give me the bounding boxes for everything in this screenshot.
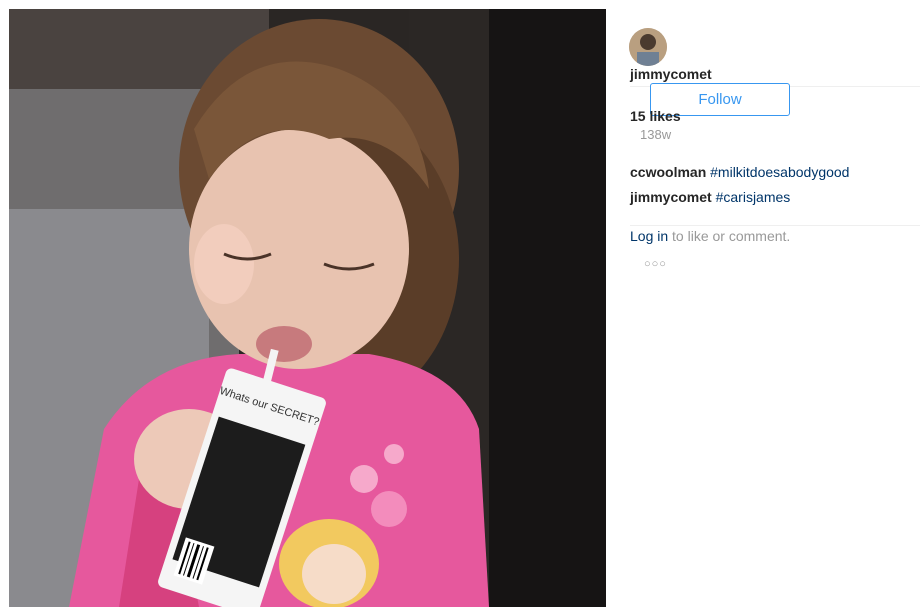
post-modal: Whats our SECRET? jimmycomet Follow 15 l… <box>0 0 920 616</box>
comment-item: ccwoolman #milkitdoesabodygood <box>630 164 849 180</box>
photo-illustration: Whats our SECRET? <box>9 9 606 607</box>
post-timestamp[interactable]: 138w <box>640 127 671 142</box>
comment-author[interactable]: ccwoolman <box>630 164 706 180</box>
comment-hashtag[interactable]: #carisjames <box>716 189 791 205</box>
user-avatar[interactable] <box>629 28 667 66</box>
likes-count[interactable]: 15 likes <box>630 108 681 124</box>
comments-divider <box>630 225 920 226</box>
comment-author[interactable]: jimmycomet <box>630 189 712 205</box>
post-photo[interactable]: Whats our SECRET? <box>9 9 606 607</box>
avatar-image <box>629 28 667 66</box>
login-link[interactable]: Log in <box>630 228 668 244</box>
login-prompt-text: to like or comment. <box>668 228 791 244</box>
more-options-icon[interactable]: ○○○ <box>644 258 667 270</box>
comment-hashtag[interactable]: #milkitdoesabodygood <box>710 164 849 180</box>
post-sidebar: jimmycomet Follow 15 likes 138w ccwoolma… <box>606 9 920 607</box>
comment-item: jimmycomet #carisjames <box>630 189 790 205</box>
username-link[interactable]: jimmycomet <box>630 66 712 82</box>
login-prompt: Log in to like or comment. <box>630 228 790 244</box>
